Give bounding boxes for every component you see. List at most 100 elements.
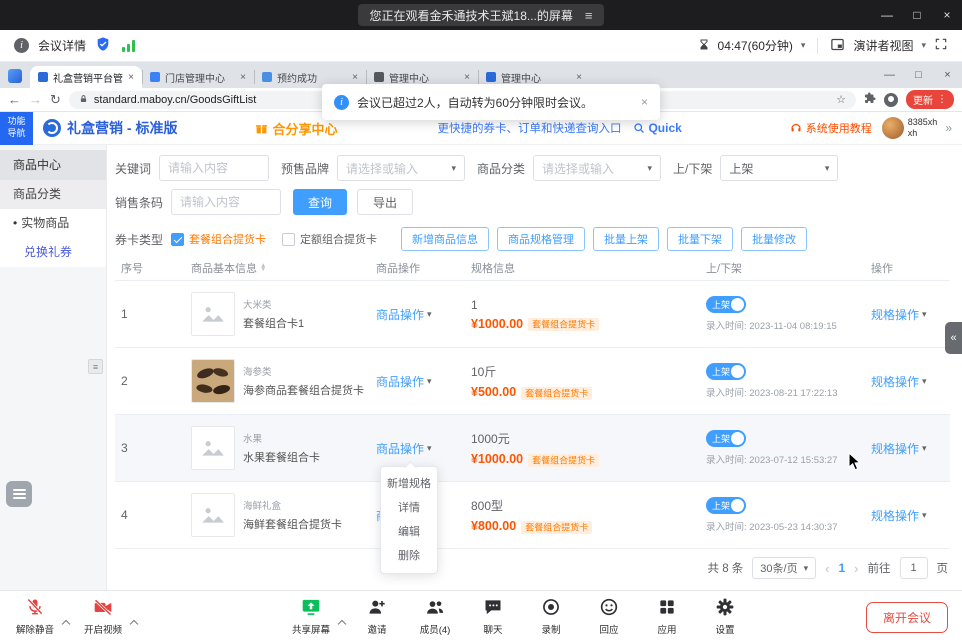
apps-button[interactable]: 应用 [644, 597, 690, 636]
browser-tab-active[interactable]: 礼盒营销平台管理中心 × [30, 66, 142, 88]
network-signal-icon[interactable] [122, 40, 135, 52]
banner-menu-icon[interactable]: ≡ [585, 8, 593, 23]
browser-logo-icon[interactable] [8, 69, 22, 83]
next-page-icon[interactable]: › [854, 561, 858, 576]
start-video-button[interactable]: 开启视频 [80, 597, 126, 636]
sidebar-item-physical-goods[interactable]: •实物商品 [0, 209, 106, 238]
shelf-select[interactable]: 上架▾ [720, 155, 838, 181]
window-minimize-button[interactable]: — [872, 0, 902, 30]
unmute-button[interactable]: 解除静音 [12, 597, 58, 636]
page-size-select[interactable]: 30条/页▾ [752, 557, 816, 579]
shelf-toggle[interactable]: 上架 [706, 363, 746, 380]
share-screen-button[interactable]: 共享屏幕 [288, 597, 334, 636]
security-shield-icon[interactable] [95, 36, 111, 55]
quick-search-link[interactable]: Quick [633, 121, 681, 135]
react-button[interactable]: 回应 [586, 597, 632, 636]
browser-close-button[interactable]: × [933, 69, 962, 81]
invite-button[interactable]: 邀请 [354, 597, 400, 636]
menu-item-edit[interactable]: 编辑 [381, 520, 437, 544]
sort-icons[interactable]: ▲▼ [260, 264, 266, 272]
batch-edit-button[interactable]: 批量修改 [741, 227, 807, 251]
combo-card-checkbox[interactable] [171, 233, 184, 246]
barcode-label: 销售条码 [115, 194, 163, 211]
tab-close-icon[interactable]: × [464, 72, 470, 83]
product-action-dropdown-open[interactable]: 商品操作▾ [376, 440, 432, 457]
add-product-button[interactable]: 新增商品信息 [401, 227, 489, 251]
timer-dropdown-icon[interactable]: ▾ [801, 40, 806, 51]
browser-profile-icon[interactable] [884, 93, 898, 107]
product-action-dropdown[interactable]: 商品操作▾ [376, 373, 432, 390]
spec-action-dropdown[interactable]: 规格操作▾ [871, 440, 927, 457]
view-dropdown-icon[interactable]: ▾ [921, 40, 926, 51]
browser-tab[interactable]: 门店管理中心 × [142, 66, 254, 88]
back-icon[interactable]: ← [8, 93, 21, 106]
meeting-float-widget[interactable] [6, 481, 32, 507]
header-expand-icon[interactable]: » [945, 121, 952, 135]
sidebar-item-product-category[interactable]: 商品分类 [0, 180, 106, 209]
share-center-link[interactable]: 合分享中心 [255, 119, 337, 138]
username: 8385xh xh [908, 117, 938, 139]
tab-label: 门店管理中心 [165, 70, 235, 85]
fullscreen-icon[interactable] [934, 37, 948, 54]
fixed-card-checkbox[interactable] [282, 233, 295, 246]
leave-meeting-button[interactable]: 离开会议 [866, 602, 948, 633]
function-nav-button[interactable]: 功能 导航 [0, 112, 33, 145]
brand-select[interactable]: 请选择或输入▾ [337, 155, 465, 181]
window-maximize-button[interactable]: □ [902, 0, 932, 30]
fixed-card-checkbox-label[interactable]: 定额组合提货卡 [300, 231, 377, 247]
share-options-chevron[interactable] [338, 620, 346, 628]
category-select[interactable]: 请选择或输入▾ [533, 155, 661, 181]
shelf-toggle[interactable]: 上架 [706, 497, 746, 514]
extensions-puzzle-icon[interactable] [864, 92, 876, 107]
settings-button[interactable]: 设置 [702, 597, 748, 636]
product-action-dropdown[interactable]: 商品操作▾ [376, 306, 432, 323]
video-options-chevron[interactable] [130, 620, 138, 628]
tab-close-icon[interactable]: × [352, 72, 358, 83]
goto-page-input[interactable] [900, 557, 928, 579]
record-button[interactable]: 录制 [528, 597, 574, 636]
shelf-toggle[interactable]: 上架 [706, 296, 746, 313]
batch-on-shelf-button[interactable]: 批量上架 [593, 227, 659, 251]
browser-minimize-button[interactable]: — [875, 69, 904, 81]
tutorial-link[interactable]: 系统使用教程 [790, 120, 872, 136]
prev-page-icon[interactable]: ‹ [825, 561, 829, 576]
refresh-icon[interactable]: ↻ [50, 93, 61, 106]
spec-action-dropdown[interactable]: 规格操作▾ [871, 306, 927, 323]
tab-close-icon[interactable]: × [240, 72, 246, 83]
sidebar-item-gift-voucher[interactable]: 兑换礼券 [0, 238, 106, 267]
window-close-button[interactable]: × [932, 0, 962, 30]
search-icon [633, 122, 645, 134]
sidebar-section-product-center[interactable]: 商品中心 [0, 150, 106, 180]
sidebar-handle-icon[interactable]: ≡ [88, 359, 103, 374]
toast-close-icon[interactable]: × [641, 95, 648, 109]
menu-item-detail[interactable]: 详情 [381, 496, 437, 520]
browser-maximize-button[interactable]: □ [904, 69, 933, 81]
user-avatar[interactable] [882, 117, 904, 139]
chat-button[interactable]: 聊天 [470, 597, 516, 636]
meeting-detail-link[interactable]: 会议详情 [38, 37, 86, 54]
barcode-input[interactable] [171, 189, 281, 215]
mic-options-chevron[interactable] [62, 620, 70, 628]
col-product[interactable]: 商品基本信息▲▼ [185, 260, 370, 276]
right-collapse-tab[interactable]: « [945, 322, 962, 354]
current-page[interactable]: 1 [838, 561, 845, 575]
search-button[interactable]: 查询 [293, 189, 347, 215]
tab-close-icon[interactable]: × [576, 72, 582, 83]
menu-item-add-spec[interactable]: 新增规格 [381, 472, 437, 496]
invite-person-icon [367, 597, 387, 620]
tab-close-icon[interactable]: × [128, 72, 134, 83]
forward-icon[interactable]: → [29, 93, 42, 106]
bookmark-star-icon[interactable]: ☆ [836, 93, 846, 106]
browser-update-button[interactable]: 更新⋮ [906, 90, 954, 109]
spec-action-dropdown[interactable]: 规格操作▾ [871, 373, 927, 390]
menu-item-delete[interactable]: 删除 [381, 544, 437, 568]
keyword-input[interactable] [159, 155, 269, 181]
shelf-toggle[interactable]: 上架 [706, 430, 746, 447]
spec-action-dropdown[interactable]: 规格操作▾ [871, 507, 927, 524]
combo-card-checkbox-label[interactable]: 套餐组合提货卡 [189, 231, 266, 247]
view-mode-selector[interactable]: 演讲者视图 [853, 37, 913, 54]
batch-off-shelf-button[interactable]: 批量下架 [667, 227, 733, 251]
members-button[interactable]: 成员(4) [412, 597, 458, 636]
export-button[interactable]: 导出 [357, 189, 413, 215]
spec-manage-button[interactable]: 商品规格管理 [497, 227, 585, 251]
